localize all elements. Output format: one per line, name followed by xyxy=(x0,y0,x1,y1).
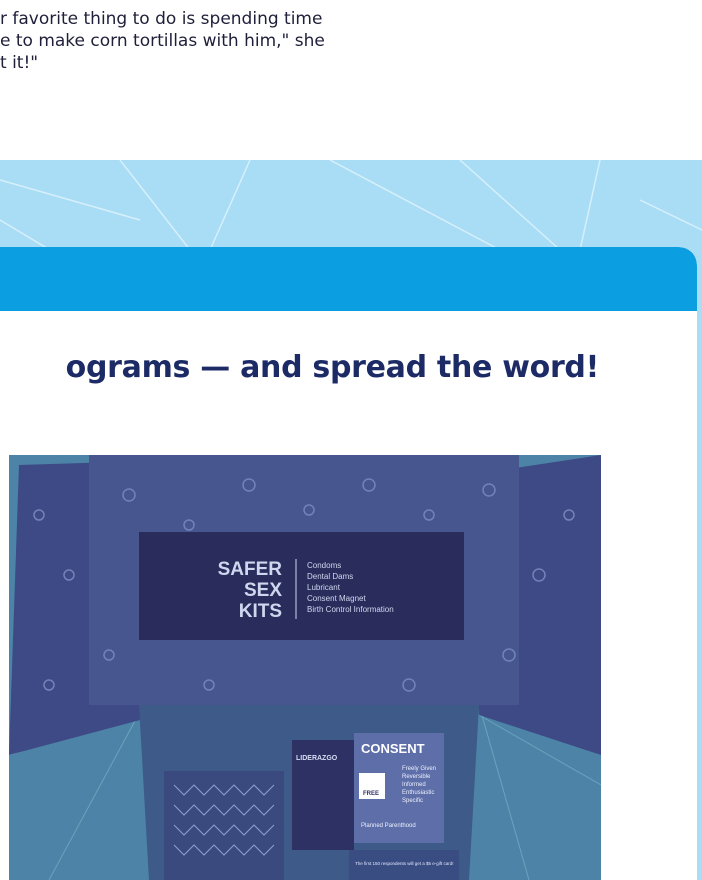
card-header xyxy=(0,247,697,311)
kit-item: Dental Dams xyxy=(307,572,353,581)
consent-item: Specific xyxy=(402,798,423,804)
consent-item: Freely Given xyxy=(402,766,436,772)
consent-item: Informed xyxy=(402,782,426,788)
card-heading-text: ograms — and spread the word! xyxy=(65,350,600,385)
lider-brand: LIDERAZGO xyxy=(296,755,338,762)
free-label: FREE xyxy=(363,791,379,797)
planned-parenthood-label: Planned Parenthood xyxy=(361,823,416,829)
kit-title-line-3: KITS xyxy=(239,601,282,622)
kit-item: Birth Control Information xyxy=(307,605,394,614)
kit-item: Condoms xyxy=(307,561,341,570)
kit-title-line-2: SEX xyxy=(244,580,282,601)
kit-illustration: SAFER SEX KITS Condoms Dental Dams Lubri… xyxy=(9,455,601,880)
kit-title-line-1: SAFER xyxy=(218,559,283,580)
quote-text: r favorite thing to do is spending time … xyxy=(0,9,325,73)
consent-item: Reversible xyxy=(402,774,431,780)
quote-section: r favorite thing to do is spending time … xyxy=(0,0,702,160)
kit-item: Lubricant xyxy=(307,583,341,592)
kit-item: Consent Magnet xyxy=(307,594,366,603)
safer-sex-kit-photo: SAFER SEX KITS Condoms Dental Dams Lubri… xyxy=(9,455,601,880)
consent-title: CONSENT xyxy=(361,741,425,756)
page-right-edge xyxy=(697,247,702,880)
consent-item: Enthusiastic xyxy=(402,790,434,796)
content-card: ograms — and spread the word! SAFER SEX … xyxy=(0,247,697,880)
notice-text: The first 150 respondents will get a $5 … xyxy=(355,861,454,866)
